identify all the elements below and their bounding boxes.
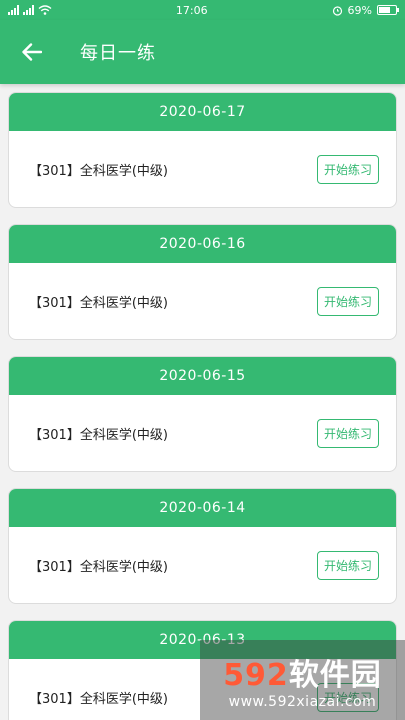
battery-icon xyxy=(377,5,399,15)
course-name: 【301】全科医学(中级) xyxy=(29,691,168,707)
battery-percent: 69% xyxy=(347,3,372,17)
course-name: 【301】全科医学(中级) xyxy=(29,295,168,311)
course-name: 【301】全科医学(中级) xyxy=(29,427,168,443)
signal-icon xyxy=(8,5,19,15)
watermark-brand: 软件园 xyxy=(288,658,382,693)
card-date: 2020-06-17 xyxy=(9,93,396,131)
practice-card: 2020-06-14 【301】全科医学(中级) 开始练习 xyxy=(8,488,397,604)
card-body: 【301】全科医学(中级) 开始练习 xyxy=(9,395,396,471)
watermark-number: 592 xyxy=(223,658,289,693)
course-name: 【301】全科医学(中级) xyxy=(29,559,168,575)
card-date: 2020-06-14 xyxy=(9,489,396,527)
page-title: 每日一练 xyxy=(80,43,156,64)
start-practice-button[interactable]: 开始练习 xyxy=(316,154,379,184)
status-bar: 17:06 69% xyxy=(0,0,405,20)
practice-card: 2020-06-15 【301】全科医学(中级) 开始练习 xyxy=(8,356,397,472)
course-name: 【301】全科医学(中级) xyxy=(29,163,168,179)
clock-time: 17:06 xyxy=(175,3,208,17)
start-practice-button[interactable]: 开始练习 xyxy=(316,286,379,316)
card-body: 【301】全科医学(中级) 开始练习 xyxy=(9,263,396,339)
watermark-url: www.592xiazai.com xyxy=(228,694,377,710)
card-date: 2020-06-15 xyxy=(9,357,396,395)
back-button[interactable] xyxy=(18,38,46,66)
practice-card: 2020-06-16 【301】全科医学(中级) 开始练习 xyxy=(8,224,397,340)
start-practice-button[interactable]: 开始练习 xyxy=(316,550,379,580)
wifi-icon xyxy=(38,5,52,15)
app-bar: 每日一练 xyxy=(0,20,405,84)
start-practice-button[interactable]: 开始练习 xyxy=(316,418,379,448)
watermark-logo: 592软件园 xyxy=(223,650,382,694)
practice-list: 2020-06-17 【301】全科医学(中级) 开始练习 2020-06-16… xyxy=(0,84,405,720)
watermark: 592软件园 www.592xiazai.com xyxy=(200,640,405,720)
alarm-icon xyxy=(332,5,342,16)
card-date: 2020-06-16 xyxy=(9,225,396,263)
back-arrow-icon xyxy=(22,43,42,61)
signal-icon-2 xyxy=(23,5,34,15)
card-body: 【301】全科医学(中级) 开始练习 xyxy=(9,131,396,207)
card-body: 【301】全科医学(中级) 开始练习 xyxy=(9,527,396,603)
practice-card: 2020-06-17 【301】全科医学(中级) 开始练习 xyxy=(8,92,397,208)
